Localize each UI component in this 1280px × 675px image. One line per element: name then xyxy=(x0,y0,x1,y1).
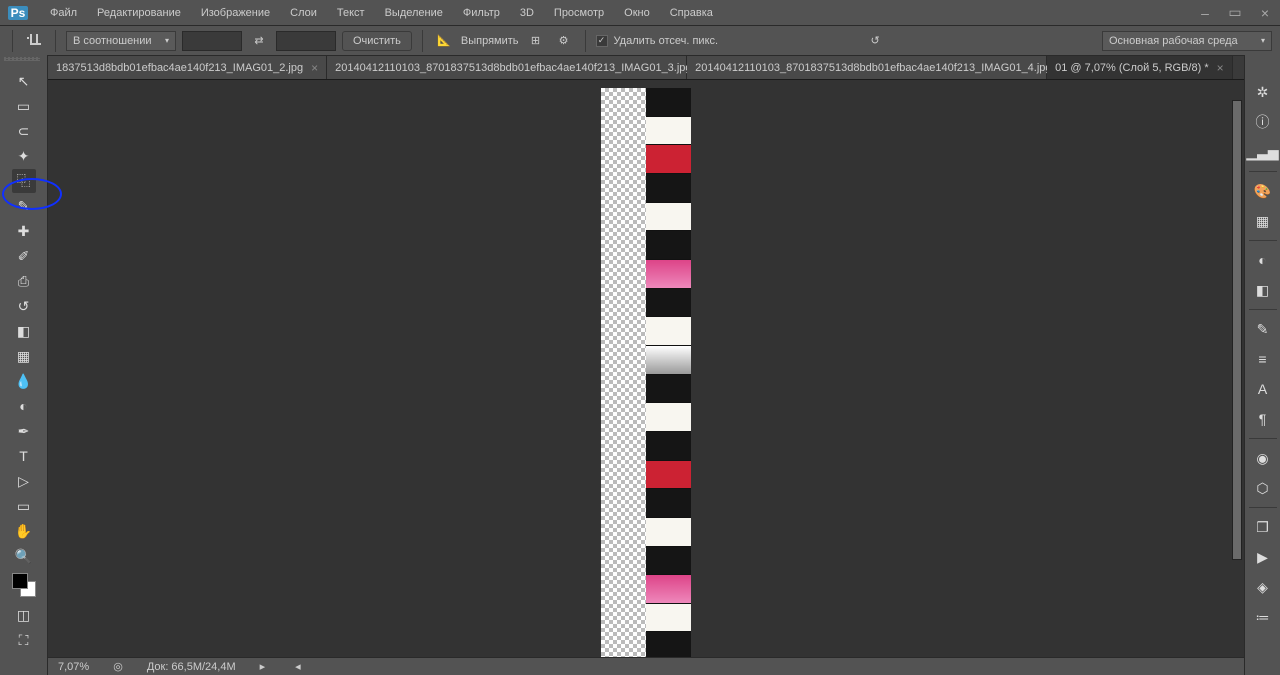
move-tool[interactable]: ↖ xyxy=(12,69,36,93)
crop-height-input[interactable] xyxy=(276,31,336,51)
ratio-mode-dropdown[interactable]: В соотношении▾ xyxy=(66,31,176,51)
app-logo: Ps xyxy=(8,6,28,20)
paragraph-icon[interactable]: ¶ xyxy=(1250,406,1276,432)
pen-tool[interactable]: ✒ xyxy=(12,419,36,443)
tab-label: 20140412110103_8701837513d8bdb01efbac4ae… xyxy=(695,62,1051,74)
character-icon[interactable]: A xyxy=(1250,376,1276,402)
type-tool[interactable]: T xyxy=(12,444,36,468)
zoom-slider-icon[interactable]: ◎ xyxy=(113,660,123,673)
status-bar: 7,07% ◎ Док: 66,5M/24,4M ▸ ◂ xyxy=(48,657,1244,675)
menu-просмотр[interactable]: Просмотр xyxy=(544,0,614,25)
straighten-icon[interactable]: 📐 xyxy=(433,30,455,52)
menu-справка[interactable]: Справка xyxy=(660,0,723,25)
delete-cropped-label: Удалить отсеч. пикс. xyxy=(614,35,719,47)
tab-close-icon[interactable]: × xyxy=(1217,61,1224,75)
delete-cropped-checkbox[interactable]: ✓ xyxy=(596,35,608,47)
clear-button[interactable]: Очистить xyxy=(342,31,412,51)
actions-icon[interactable]: ≔ xyxy=(1250,604,1276,630)
menu-текст[interactable]: Текст xyxy=(327,0,375,25)
vertical-scrollbar[interactable] xyxy=(1232,100,1242,560)
document-size: Док: 66,5M/24,4M xyxy=(147,661,236,673)
info-icon[interactable]: ⓘ xyxy=(1250,109,1276,135)
document-tab[interactable]: 20140412110103_8701837513d8bdb01efbac4ae… xyxy=(687,56,1047,79)
menu-3d[interactable]: 3D xyxy=(510,0,544,25)
toolbox: ↖▭⊂✦⿻✎✚✐⎙↺◧▦💧◐✒T▷▭✋🔍 ◫ ⛶ xyxy=(0,55,48,675)
layers-icon[interactable]: ❐ xyxy=(1250,514,1276,540)
navigator-icon[interactable]: ✲ xyxy=(1250,79,1276,105)
blur-tool[interactable]: 💧 xyxy=(12,369,36,393)
color-icon[interactable]: 🎨 xyxy=(1250,178,1276,204)
foreground-color-swatch[interactable] xyxy=(12,573,28,589)
lasso-tool[interactable]: ⊂ xyxy=(12,119,36,143)
workspace-dropdown[interactable]: Основная рабочая среда▾ xyxy=(1102,31,1272,51)
history-brush-tool[interactable]: ↺ xyxy=(12,294,36,318)
tab-close-icon[interactable]: × xyxy=(311,61,318,75)
close-window-button[interactable]: × xyxy=(1250,3,1280,23)
options-bar: В соотношении▾ ⇄ Очистить 📐 Выпрямить ⊞ … xyxy=(0,26,1280,56)
document-tab[interactable]: 1837513d8bdb01efbac4ae140f213_IMAG01_2.j… xyxy=(48,56,327,79)
magic-wand-tool[interactable]: ✦ xyxy=(12,144,36,168)
crop-options-gear-icon[interactable]: ⚙ xyxy=(553,30,575,52)
clone-stamp-tool[interactable]: ⎙ xyxy=(12,269,36,293)
ratio-mode-label: В соотношении xyxy=(73,35,152,47)
hand-tool[interactable]: ✋ xyxy=(12,519,36,543)
shape-tool[interactable]: ▭ xyxy=(12,494,36,518)
canvas-area[interactable] xyxy=(48,80,1244,675)
dodge-tool[interactable]: ◐ xyxy=(12,394,36,418)
overlay-grid-icon[interactable]: ⊞ xyxy=(525,30,547,52)
menu-слои[interactable]: Слои xyxy=(280,0,327,25)
canvas-image-strip xyxy=(646,88,691,661)
histogram-icon[interactable]: ▁▃▅ xyxy=(1250,139,1276,165)
menu-файл[interactable]: Файл xyxy=(40,0,87,25)
channels-icon[interactable]: ▶ xyxy=(1250,544,1276,570)
path-selection-tool[interactable]: ▷ xyxy=(12,469,36,493)
menu-редактирование[interactable]: Редактирование xyxy=(87,0,191,25)
menu-изображение[interactable]: Изображение xyxy=(191,0,280,25)
canvas-transparent-area xyxy=(601,88,646,661)
status-chevron-icon[interactable]: ▸ xyxy=(260,660,266,673)
menu-bar: Ps ФайлРедактированиеИзображениеСлоиТекс… xyxy=(0,0,1280,26)
tab-label: 1837513d8bdb01efbac4ae140f213_IMAG01_2.j… xyxy=(56,62,303,74)
toolbox-grip[interactable] xyxy=(4,57,40,61)
document-tabs: 1837513d8bdb01efbac4ae140f213_IMAG01_2.j… xyxy=(0,56,1280,80)
eyedropper-tool[interactable]: ✎ xyxy=(12,194,36,218)
marquee-tool[interactable]: ▭ xyxy=(12,94,36,118)
gradient-tool[interactable]: ▦ xyxy=(12,344,36,368)
swatches-icon[interactable]: ▦ xyxy=(1250,208,1276,234)
menu-выделение[interactable]: Выделение xyxy=(375,0,453,25)
tab-label: 01 @ 7,07% (Слой 5, RGB/8) * xyxy=(1055,62,1208,74)
document-canvas[interactable] xyxy=(601,88,691,661)
3d-icon[interactable]: ◉ xyxy=(1250,445,1276,471)
tab-label: 20140412110103_8701837513d8bdb01efbac4ae… xyxy=(335,62,691,74)
swap-dimensions-icon[interactable]: ⇄ xyxy=(248,30,270,52)
menu-окно[interactable]: Окно xyxy=(614,0,660,25)
quick-mask-icon[interactable]: ◫ xyxy=(12,603,36,627)
eraser-tool[interactable]: ◧ xyxy=(12,319,36,343)
right-panel-dock: ✲ ⓘ ▁▃▅ 🎨 ▦ ◐ ◧ ✎ ≡ A ¶ ◉ ⬡ ❐ ▶ ◈ ≔ xyxy=(1244,55,1280,675)
zoom-tool[interactable]: 🔍 xyxy=(12,544,36,568)
reset-crop-icon[interactable]: ↺ xyxy=(864,30,886,52)
document-tab[interactable]: 20140412110103_8701837513d8bdb01efbac4ae… xyxy=(327,56,687,79)
straighten-label: Выпрямить xyxy=(461,35,519,47)
healing-brush-tool[interactable]: ✚ xyxy=(12,219,36,243)
crop-tool-preset-icon[interactable] xyxy=(23,30,45,52)
adjustments-icon[interactable]: ◐ xyxy=(1250,247,1276,273)
styles-icon[interactable]: ◧ xyxy=(1250,277,1276,303)
zoom-level[interactable]: 7,07% xyxy=(58,661,89,673)
brushes-icon[interactable]: ✎ xyxy=(1250,316,1276,342)
crop-width-input[interactable] xyxy=(182,31,242,51)
menu-фильтр[interactable]: Фильтр xyxy=(453,0,510,25)
crop-tool[interactable]: ⿻ xyxy=(12,169,36,193)
document-tab[interactable]: 01 @ 7,07% (Слой 5, RGB/8) * × xyxy=(1047,56,1232,79)
color-swatch[interactable] xyxy=(12,573,36,597)
workspace-label: Основная рабочая среда xyxy=(1109,35,1238,47)
screen-mode-icon[interactable]: ⛶ xyxy=(12,628,36,652)
status-nav-left-icon[interactable]: ◂ xyxy=(295,660,301,673)
brush-tool[interactable]: ✐ xyxy=(12,244,36,268)
brush-presets-icon[interactable]: ≡ xyxy=(1250,346,1276,372)
mesh-icon[interactable]: ⬡ xyxy=(1250,475,1276,501)
maximize-button[interactable]: ▭ xyxy=(1220,3,1250,23)
minimize-button[interactable]: – xyxy=(1190,3,1220,23)
paths-icon[interactable]: ◈ xyxy=(1250,574,1276,600)
